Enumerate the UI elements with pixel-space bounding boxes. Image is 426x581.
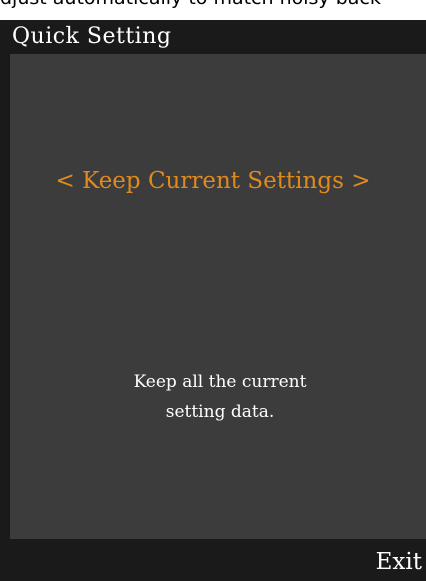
left-edge-strip: [0, 54, 10, 539]
screen-title: Quick Setting: [12, 24, 172, 49]
partial-caption-text: djust automatically to match noisy back: [0, 0, 426, 10]
quick-setting-screen: Quick Setting < Keep Current Settings > …: [0, 20, 426, 581]
setting-option-selector[interactable]: < Keep Current Settings >: [0, 166, 426, 196]
previous-option-arrow[interactable]: <: [56, 168, 75, 194]
description-line-1: Keep all the current: [133, 372, 307, 392]
option-label: Keep Current Settings: [82, 168, 344, 194]
footer-bar: Exit: [0, 539, 426, 581]
exit-button[interactable]: Exit: [376, 547, 422, 577]
option-description: Keep all the current setting data.: [60, 367, 380, 427]
title-bar: Quick Setting: [0, 20, 426, 54]
description-line-2: setting data.: [165, 402, 275, 422]
next-option-arrow[interactable]: >: [351, 168, 370, 194]
